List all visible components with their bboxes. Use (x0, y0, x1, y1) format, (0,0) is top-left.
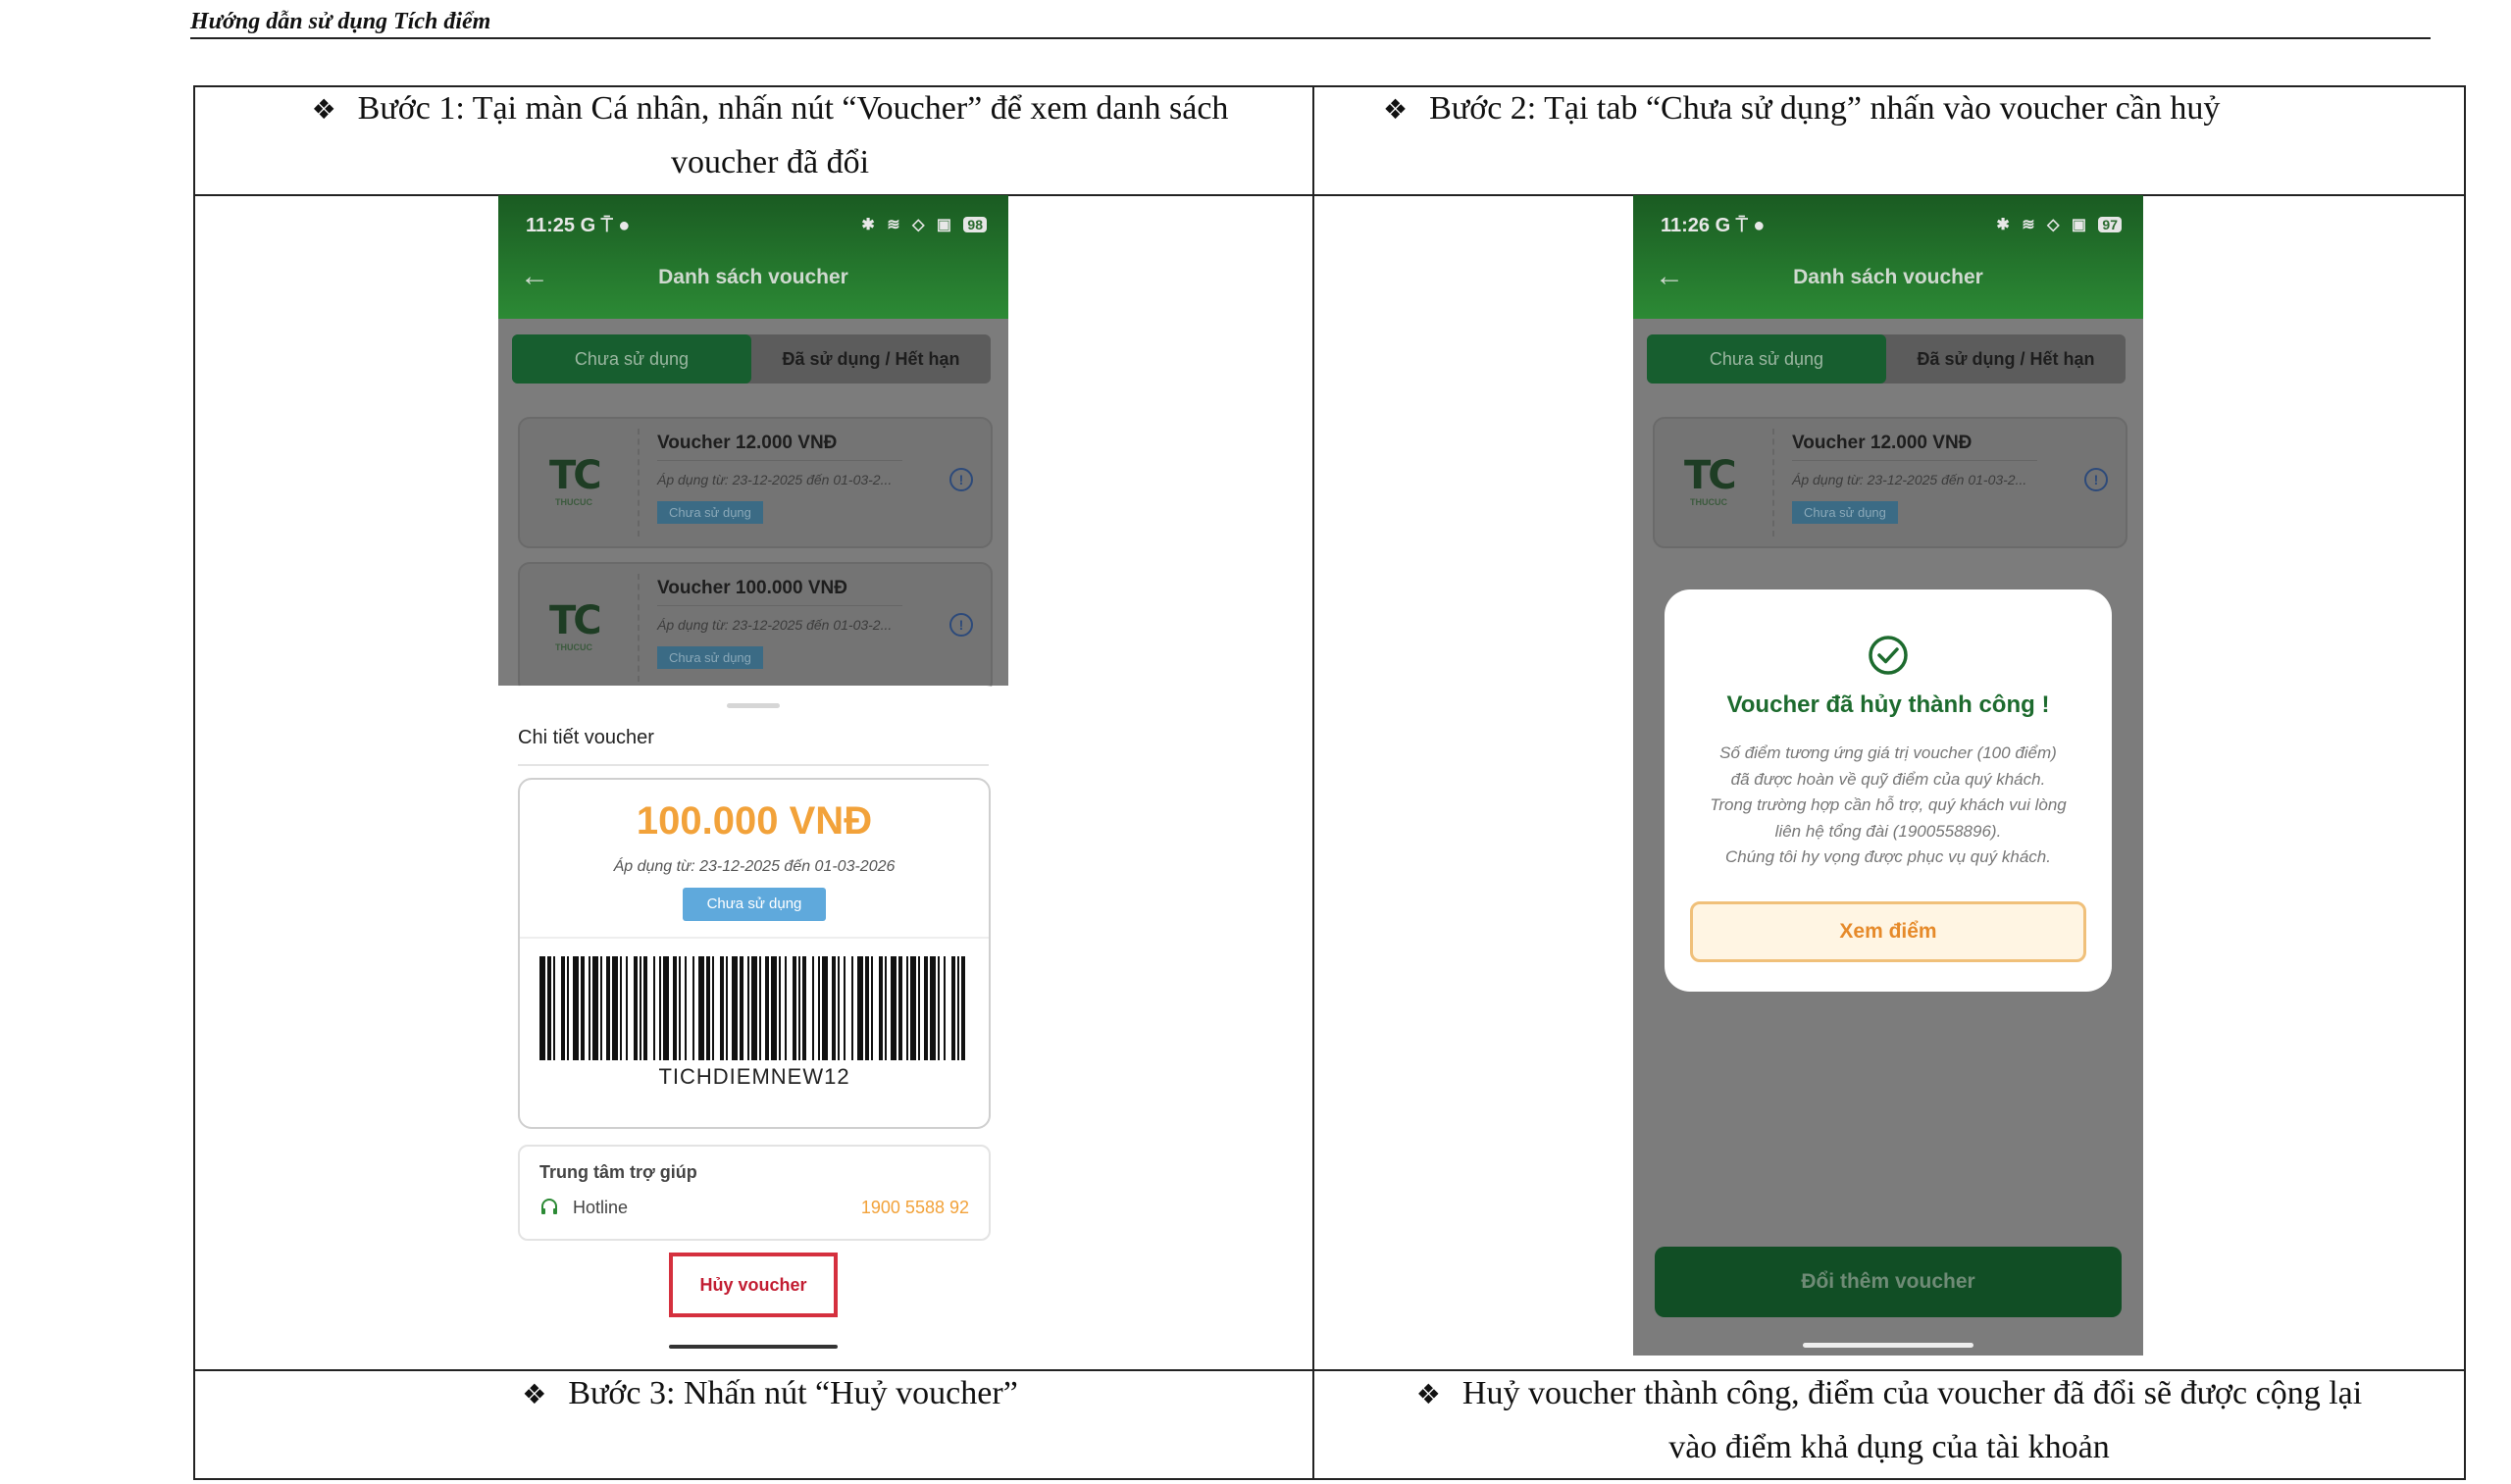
help-title: Trung tâm trợ giúp (539, 1162, 697, 1182)
cancel-voucher-button[interactable]: Hủy voucher (669, 1253, 838, 1317)
status-badge: Chưa sử dụng (657, 501, 763, 524)
card-divider (638, 574, 640, 682)
dialog-message: Số điểm tương ứng giá trị voucher (100 đ… (1710, 743, 2067, 866)
card-divider (638, 429, 640, 537)
card-divider (1772, 429, 1774, 537)
redeem-more-vouchers-button[interactable]: Đổi thêm voucher (1655, 1247, 2122, 1317)
card-separator (657, 460, 902, 461)
card-separator (1792, 460, 2037, 461)
step1-caption: ❖ Bước 1: Tại màn Cá nhân, nhấn nút “Vouc… (311, 90, 1229, 180)
card-separator (657, 605, 902, 606)
step2-caption: ❖ Bước 2: Tại tab “Chưa sử dụng” nhấn vào… (1383, 90, 2221, 127)
voucher-validity: Áp dụng từ: 23-12-2025 đến 01-03-2026 (613, 858, 896, 875)
phone-screenshot-voucher-detail: 11:25 G ⍑ ● ✱ ≋ ◇ ▣ 98 ← Danh sách vouch… (498, 195, 1008, 1362)
home-indicator (669, 1345, 838, 1349)
diamond-bullet-icon: ❖ (311, 93, 336, 126)
check-circle-icon (1869, 636, 1908, 675)
app-header: 11:25 G ⍑ ● ✱ ≋ ◇ ▣ 98 ← Danh sách vouch… (498, 195, 1008, 319)
tc-logo: TC THUCUC (1684, 453, 1737, 507)
tc-logo: TC THUCUC (549, 598, 602, 652)
status-badge: Chưa sử dụng (657, 646, 763, 669)
sheet-handle[interactable] (727, 703, 780, 708)
step4-caption: ❖ Huỷ voucher thành công, điểm của vouche… (1415, 1375, 2363, 1465)
info-icon[interactable]: ! (949, 468, 973, 491)
sheet-title: Chi tiết voucher (518, 727, 654, 748)
appbar-title: Danh sách voucher (658, 266, 848, 288)
tc-logo: TC THUCUC (549, 453, 602, 507)
tab-used-expired[interactable]: Đã sử dụng / Hết hạn (1886, 334, 2126, 384)
app-header: 11:26 G ⍑ ● ✱ ≋ ◇ ▣ 97 ← Danh sách vouch… (1633, 195, 2143, 319)
battery-icon: 98 (963, 217, 987, 232)
diamond-bullet-icon: ❖ (1415, 1378, 1441, 1410)
status-badge: Chưa sử dụng (683, 888, 826, 921)
voucher-detail-sheet: Chi tiết voucher 100.000 VNĐ Áp dụng từ:… (498, 686, 1008, 1362)
status-bar: 11:25 G ⍑ ● ✱ ≋ ◇ ▣ 98 (526, 215, 987, 244)
voucher-amount: 100.000 VNĐ (636, 799, 873, 843)
view-points-button[interactable]: Xem điểm (1690, 901, 2086, 962)
battery-icon: 97 (2098, 217, 2122, 232)
document-header: Hướng dẫn sử dụng Tích điểm (190, 4, 2431, 39)
table-rule (2464, 85, 2466, 1480)
info-icon[interactable]: ! (2084, 468, 2108, 491)
voucher-title: Voucher 12.000 VNĐ (1792, 433, 1973, 453)
status-time: 11:26 G ⍑ ● (1661, 215, 1766, 236)
voucher-tabs: Chưa sử dụng Đã sử dụng / Hết hạn (1647, 334, 2126, 384)
table-rule (193, 85, 195, 1480)
table-rule (1312, 85, 1314, 1480)
status-time: 11:25 G ⍑ ● (526, 215, 631, 236)
diamond-bullet-icon: ❖ (1383, 93, 1409, 126)
info-icon[interactable]: ! (949, 613, 973, 637)
voucher-title: Voucher 100.000 VNĐ (657, 578, 847, 598)
tab-unused[interactable]: Chưa sử dụng (1647, 334, 1886, 384)
voucher-card[interactable]: TC THUCUC Voucher 100.000 VNĐ Áp dụng từ:… (518, 562, 993, 693)
card-separator (520, 937, 989, 939)
voucher-tabs: Chưa sử dụng Đã sử dụng / Hết hạn (512, 334, 991, 384)
barcode-code: TICHDIEMNEW12 (658, 1064, 850, 1089)
voucher-date: Áp dụng từ: 23-12-2025 đến 01-03-2... (1792, 472, 2027, 487)
cancel-success-dialog: Voucher đã hủy thành công ! Số điểm tươn… (1665, 589, 2112, 992)
voucher-date: Áp dụng từ: 23-12-2025 đến 01-03-2... (657, 617, 893, 633)
voucher-card[interactable]: TC THUCUC Voucher 12.000 VNĐ Áp dụng từ: … (1653, 417, 2127, 548)
barcode-image (539, 956, 965, 1060)
help-center-card: Trung tâm trợ giúp Hotline 1900 5588 92 (518, 1145, 991, 1241)
headset-icon (539, 1198, 559, 1217)
step3-caption: ❖ Bước 3: Nhấn nút “Huỷ voucher” (522, 1375, 1018, 1411)
phone-screenshot-cancel-success: 11:26 G ⍑ ● ✱ ≋ ◇ ▣ 97 ← Danh sách vouch… (1633, 195, 2143, 1356)
status-bar: 11:26 G ⍑ ● ✱ ≋ ◇ ▣ 97 (1661, 215, 2122, 244)
voucher-detail-card: 100.000 VNĐ Áp dụng từ: 23-12-2025 đến 0… (518, 778, 991, 1129)
table-rule (193, 1478, 2466, 1480)
voucher-date: Áp dụng từ: 23-12-2025 đến 01-03-2... (657, 472, 893, 487)
dialog-title: Voucher đã hủy thành công ! (1726, 691, 2050, 718)
tab-used-expired[interactable]: Đã sử dụng / Hết hạn (751, 334, 991, 384)
status-icons: ✱ ≋ ◇ ▣ 98 (861, 215, 987, 234)
status-icons: ✱ ≋ ◇ ▣ 97 (1996, 215, 2122, 234)
hotline-number[interactable]: 1900 5588 92 (861, 1198, 969, 1218)
home-indicator (1803, 1343, 1973, 1348)
document-title: Hướng dẫn sử dụng Tích điểm (190, 9, 491, 34)
voucher-card[interactable]: TC THUCUC Voucher 12.000 VNĐ Áp dụng từ: … (518, 417, 993, 548)
appbar-title: Danh sách voucher (1793, 266, 1983, 288)
sheet-separator (518, 764, 989, 766)
diamond-bullet-icon: ❖ (522, 1378, 547, 1410)
hotline-label: Hotline (573, 1198, 629, 1217)
voucher-title: Voucher 12.000 VNĐ (657, 433, 838, 453)
tab-unused[interactable]: Chưa sử dụng (512, 334, 751, 384)
status-badge: Chưa sử dụng (1792, 501, 1898, 524)
